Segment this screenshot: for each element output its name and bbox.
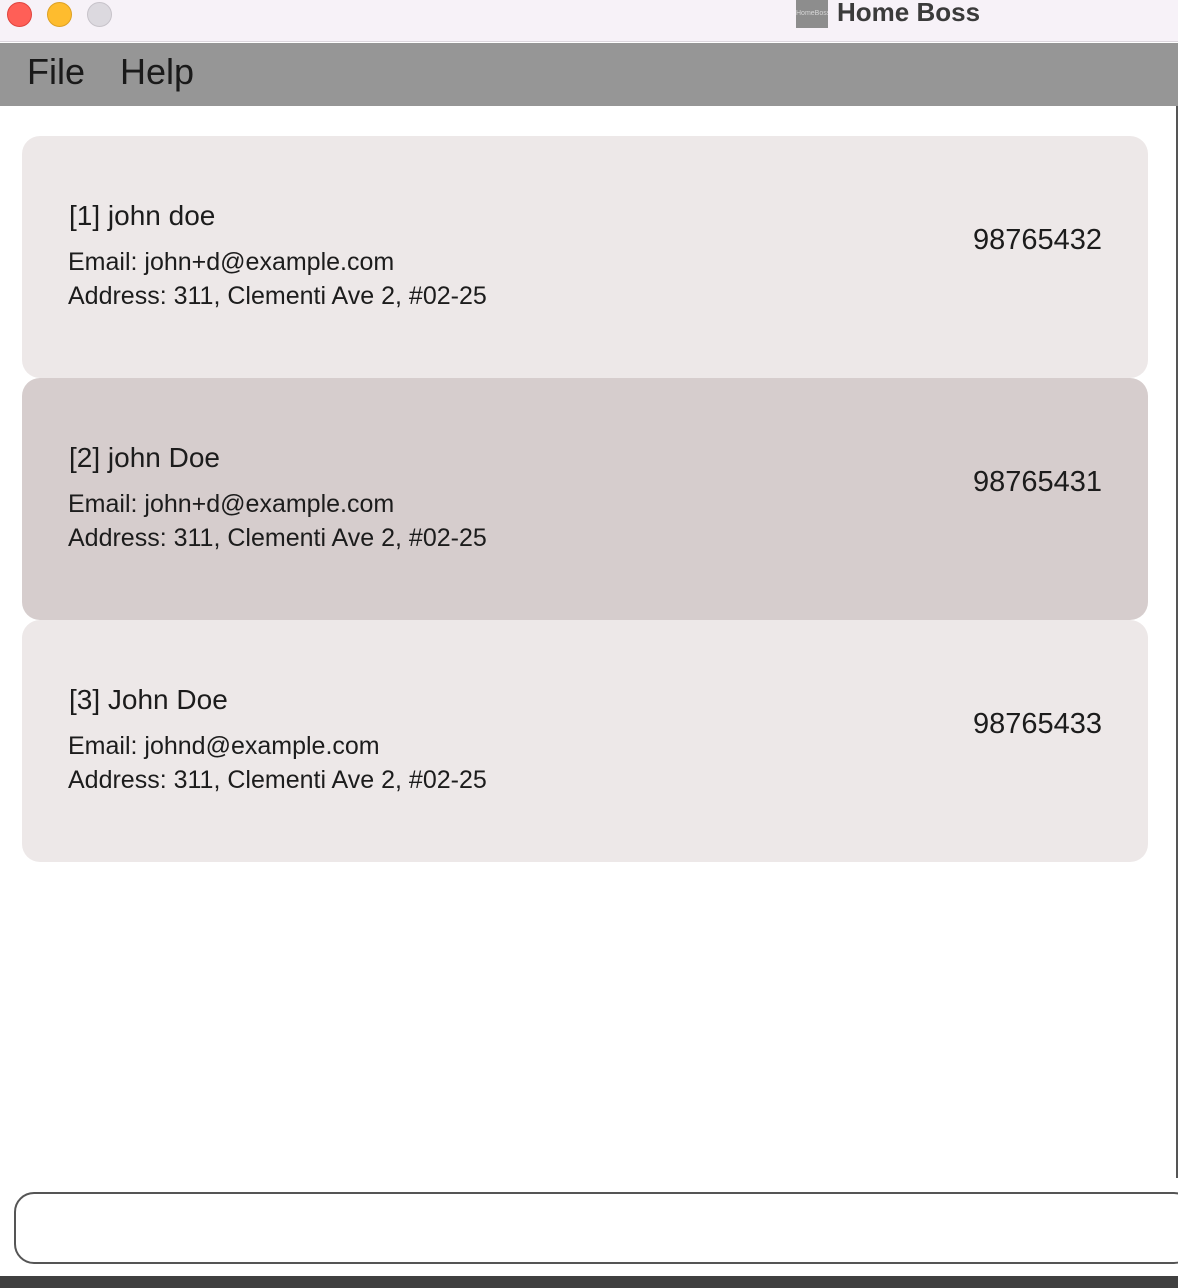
person-email: Email: john+d@example.com <box>68 248 395 276</box>
person-name: [3] John Doe <box>69 684 228 715</box>
person-card[interactable]: [1] john doe Email: john+d@example.com A… <box>22 136 1148 378</box>
app-icon: HomeBoss <box>796 0 828 28</box>
person-card[interactable]: [2] john Doe Email: john+d@example.com A… <box>22 378 1148 620</box>
person-card[interactable]: [3] John Doe Email: johnd@example.com Ad… <box>22 620 1148 862</box>
person-list: [1] john doe Email: john+d@example.com A… <box>22 136 1148 862</box>
person-email: Email: john+d@example.com <box>68 490 395 518</box>
menu-file[interactable]: File <box>27 51 85 93</box>
person-phone: 98765433 <box>972 708 1102 740</box>
person-name: [2] john Doe <box>69 442 220 473</box>
menu-bar: File Help <box>0 43 1178 106</box>
person-address: Address: 311, Clementi Ave 2, #02-25 <box>68 282 487 310</box>
person-address: Address: 311, Clementi Ave 2, #02-25 <box>68 524 487 552</box>
minimize-window-button[interactable] <box>47 2 72 27</box>
window-title: Home Boss <box>837 0 981 27</box>
maximize-window-button[interactable] <box>87 2 112 27</box>
status-bar <box>0 1276 1178 1288</box>
person-address: Address: 311, Clementi Ave 2, #02-25 <box>68 766 487 794</box>
person-phone: 98765431 <box>972 466 1102 498</box>
person-name: [1] john doe <box>69 200 216 231</box>
person-email: Email: johnd@example.com <box>68 732 380 760</box>
command-input[interactable] <box>14 1192 1178 1264</box>
close-window-button[interactable] <box>7 2 32 27</box>
person-phone: 98765432 <box>972 224 1102 256</box>
menu-help[interactable]: Help <box>120 51 194 93</box>
title-bar: HomeBoss Home Boss <box>0 0 1178 42</box>
